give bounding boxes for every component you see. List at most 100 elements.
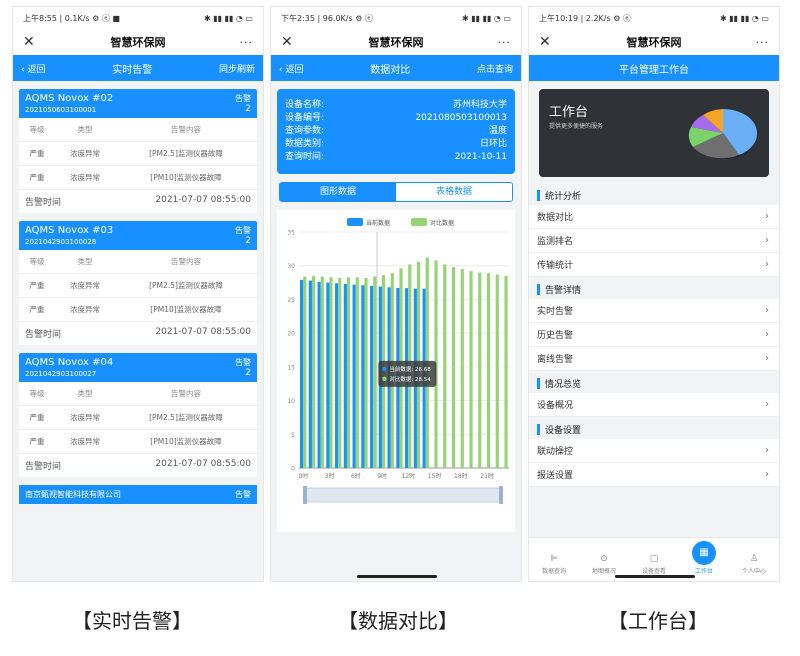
sync-refresh-button[interactable]: 同步刷新 [219, 62, 255, 75]
bar-compare [504, 275, 508, 468]
menu-item[interactable]: 监测排名 › [529, 229, 779, 253]
alarm-card-title: AQMS Novox #03 2021042903100028 [25, 225, 113, 246]
legend-label: 当前数据 [366, 219, 390, 227]
tab-label: 设备查看 [641, 568, 666, 575]
tab-3[interactable]: ▦ 工作台 [684, 541, 724, 575]
menu-item[interactable]: 报送设置 › [529, 463, 779, 487]
y-tick-label: 15 [287, 364, 295, 371]
home-indicator [615, 575, 695, 578]
alarm-card[interactable]: AQMS Novox #02 2021050603100001 告警 2 等级 类型 告警内… [19, 89, 257, 213]
info-row: 设备编号: 2021080503100013 [285, 112, 507, 125]
alarm-content: [PM10]监测仪器故障 [150, 305, 222, 314]
bar-current [335, 283, 339, 468]
x-tick-label: 0时 [298, 472, 308, 480]
tab-1[interactable]: ⊙ 地图概况 [584, 554, 624, 575]
chevron-right-icon: › [765, 445, 769, 456]
alarm-level: 严重 [29, 305, 45, 314]
device-name: AQMS Novox #02 [25, 93, 114, 104]
app-title: 智慧环保网 [626, 36, 682, 49]
info-value: 2021-10-11 [454, 152, 507, 162]
alarm-level: 严重 [29, 281, 45, 290]
menu-item[interactable]: 数据对比 › [529, 205, 779, 229]
back-button[interactable]: ‹ 返回 [279, 62, 303, 75]
column-header: 类型 [77, 125, 93, 134]
tooltip-dot-current [382, 366, 387, 372]
tab-0[interactable]: ⊫ 数据查询 [534, 554, 574, 575]
close-icon[interactable]: ✕ [539, 34, 563, 50]
chevron-right-icon: › [765, 259, 769, 270]
alarm-card[interactable]: AQMS Novox #04 2021042903100027 告警 2 等级 类型 告警内… [19, 353, 257, 477]
y-tick-label: 35 [287, 230, 295, 237]
chevron-right-icon: › [765, 305, 769, 316]
alarm-list: AQMS Novox #02 2021050603100001 告警 2 等级 类型 告警内… [13, 81, 263, 504]
more-icon[interactable]: ··· [745, 36, 769, 49]
alarm-type: 浓度异常 [70, 413, 100, 422]
more-icon[interactable]: ··· [487, 36, 511, 49]
alarm-card[interactable]: AQMS Novox #03 2021042903100028 告警 2 等级 类型 告警内… [19, 221, 257, 345]
tab-icon: ▢ [649, 554, 659, 564]
info-key: 数据类别: [285, 139, 325, 149]
alarm-badge-label: 告警 [235, 226, 251, 235]
info-row: 查询时间: 2021-10-11 [285, 151, 507, 164]
status-left: 下午2:35 | 96.0K/s ⚙ ⓔ [281, 13, 373, 23]
status-bar: 上午8:55 | 0.1K/s ⚙ ⓔ ■ ✱ ▮▮ ▮▮ ◔ ▭ [13, 7, 263, 29]
column-header: 等级 [29, 389, 45, 398]
close-icon[interactable]: ✕ [281, 34, 305, 50]
alarm-time-row: 告警时间 2021-07-07 08:55:00 [19, 190, 257, 213]
bar-compare [478, 272, 482, 468]
alarm-type: 浓度异常 [70, 149, 100, 158]
x-tick-label: 6时 [351, 472, 361, 480]
bar-compare [443, 264, 447, 468]
status-bar: 上午10:19 | 2.2K/s ⚙ ⓔ ✱ ▮▮ ▮▮ ◔ ▭ [529, 7, 779, 29]
bar-compare [338, 277, 342, 468]
x-tick-label: 12时 [402, 472, 416, 480]
info-key: 查询参数: [285, 126, 325, 136]
alarm-card-partial[interactable]: 南京甄视智能科技有限公司 告警 [19, 485, 257, 504]
bar-current [352, 284, 356, 468]
tooltip-compare: 对比数据: 28.54 [389, 375, 431, 383]
menu-item[interactable]: 离线告警 › [529, 347, 779, 371]
chevron-right-icon: › [765, 329, 769, 340]
device-code: 2021042903100027 [25, 370, 97, 378]
tab-label: 数据查询 [541, 568, 566, 575]
alarm-card-header: AQMS Novox #03 2021042903100028 告警 2 [19, 221, 257, 250]
tab-chart-data[interactable]: 图形数据 [280, 183, 396, 201]
back-button[interactable]: ‹ 返回 [21, 62, 45, 75]
bar-compare [469, 271, 473, 468]
more-icon[interactable]: ··· [229, 36, 253, 49]
chevron-right-icon: › [765, 235, 769, 246]
menu-item[interactable]: 实时告警 › [529, 299, 779, 323]
tab-label: 个人中心 [741, 568, 766, 575]
menu-item[interactable]: 联动操控 › [529, 439, 779, 463]
alarm-table-header: 等级 类型 告警内容 [19, 118, 257, 142]
menu-item[interactable]: 历史告警 › [529, 323, 779, 347]
alarm-table-header: 等级 类型 告警内容 [19, 382, 257, 406]
menu-item[interactable]: 设备概况 › [529, 393, 779, 417]
alarm-count: 2 [245, 236, 251, 246]
alarm-content: [PM2.5]监测仪器故障 [149, 413, 223, 422]
tab-4[interactable]: ♙ 个人中心 [734, 554, 774, 575]
alarm-table-row: 严重 浓度异常 [PM10]监测仪器故障 [19, 430, 257, 454]
query-button[interactable]: 点击查询 [477, 62, 513, 75]
alarm-level: 严重 [29, 413, 45, 422]
menu-item-label: 数据对比 [537, 213, 574, 223]
bar-compare [355, 277, 359, 468]
close-icon[interactable]: ✕ [23, 34, 47, 50]
alarm-time-label: 告警时间 [25, 330, 62, 340]
tab-table-data[interactable]: 表格数据 [396, 183, 512, 201]
x-tick-label: 9时 [377, 472, 387, 480]
alarm-table-row: 严重 浓度异常 [PM10]监测仪器故障 [19, 166, 257, 190]
section-title: 统计分析 [529, 185, 779, 205]
bar-current [370, 285, 374, 468]
menu-item[interactable]: 传输统计 › [529, 253, 779, 277]
bar-current [308, 280, 312, 468]
alarm-table-row: 严重 浓度异常 [PM2.5]监测仪器故障 [19, 274, 257, 298]
bar-compare [346, 277, 351, 468]
bar-current [361, 285, 365, 468]
legend-label: 对比数据 [430, 219, 454, 227]
tab-label: 地图概况 [591, 568, 616, 575]
tab-2[interactable]: ▢ 设备查看 [634, 554, 674, 575]
section-title: 设备设置 [529, 419, 779, 439]
menu-sections: 统计分析 数据对比 › 监测排名 › 传输统计 › 告警详情 实时告警 › 历史告警 › 离线告警 › 情况… [529, 185, 779, 487]
alarm-card-header: AQMS Novox #02 2021050603100001 告警 2 [19, 89, 257, 118]
